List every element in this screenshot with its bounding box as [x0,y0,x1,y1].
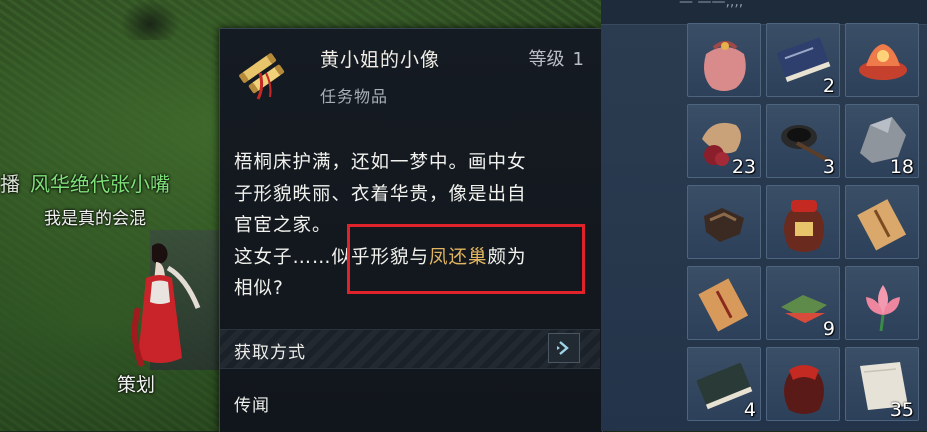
lotus-lamp-icon [859,44,907,80]
slot-count: 2 [822,75,835,97]
expand-arrow-button[interactable] [548,333,580,363]
inventory-slot[interactable] [766,347,840,421]
level-label: 等级 [528,49,565,70]
npc-name-prefix: 播 [0,172,20,196]
item-type: 任务物品 [320,87,389,106]
inventory-header: — ——,,,, [601,0,927,25]
description-line: 子形貌昳丽、衣着华贵，像是出自 [234,183,527,205]
pouch-icon [704,41,746,91]
lotus-flower-icon [866,285,900,332]
description-line: 梧桐床护满，还如一梦中。画中女 [234,152,527,173]
obtain-method-label: 获取方式 [234,343,306,363]
slot-count: 18 [889,156,914,178]
letter-icon [857,199,907,251]
inventory-slot[interactable] [687,23,761,97]
wine-jar-icon [784,200,824,252]
scroll-bundle-icon [239,53,285,100]
scroll-note-icon [698,278,749,332]
npc-name: 风华绝代张小嘴 [30,172,170,196]
inventory-slot[interactable] [845,185,919,259]
chevron-right-icon [557,341,569,355]
slot-count: 23 [731,156,756,178]
slot-count: 9 [822,318,835,340]
slot-count: 4 [743,399,756,421]
npc-subtitle: 我是真的会混 [44,209,146,229]
slot-count: 35 [889,399,914,421]
mechanism-icon [704,208,744,242]
inventory-slot[interactable] [845,266,919,340]
item-name: 黄小姐的小像 [320,49,441,71]
slot-count: 3 [822,156,835,178]
annotation-highlight-box [347,224,585,294]
red-jar-icon [784,365,824,414]
inventory-header-text: — ——,,,, [679,0,744,10]
inventory-slot[interactable]: 23 [687,104,761,178]
rumor-section-label[interactable]: 传闻 [234,391,270,416]
inventory-slot[interactable]: 35 [845,347,919,421]
npc-role-label: 策划 [117,374,156,396]
tree-shadow [120,0,180,40]
inventory-slot[interactable]: 3 [766,104,840,178]
inventory-slot[interactable] [766,185,840,259]
inventory-slot[interactable] [845,23,919,97]
npc-name-label: 播风华绝代张小嘴 [0,168,210,197]
npc-character[interactable] [112,238,202,378]
level-value: 1 [572,49,584,70]
obtain-method-section[interactable]: 获取方式 [220,329,600,369]
inventory-slot[interactable] [687,185,761,259]
inventory-slot[interactable]: 4 [687,347,761,421]
inventory-panel: — ——,,,, 2 23 3 18 9 4 35 [601,0,927,431]
inventory-slot[interactable] [687,266,761,340]
inventory-slot[interactable]: 18 [845,104,919,178]
inventory-slot[interactable]: 2 [766,23,840,97]
inventory-slot[interactable]: 9 [766,266,840,340]
item-level: 等级 1 [529,45,584,71]
